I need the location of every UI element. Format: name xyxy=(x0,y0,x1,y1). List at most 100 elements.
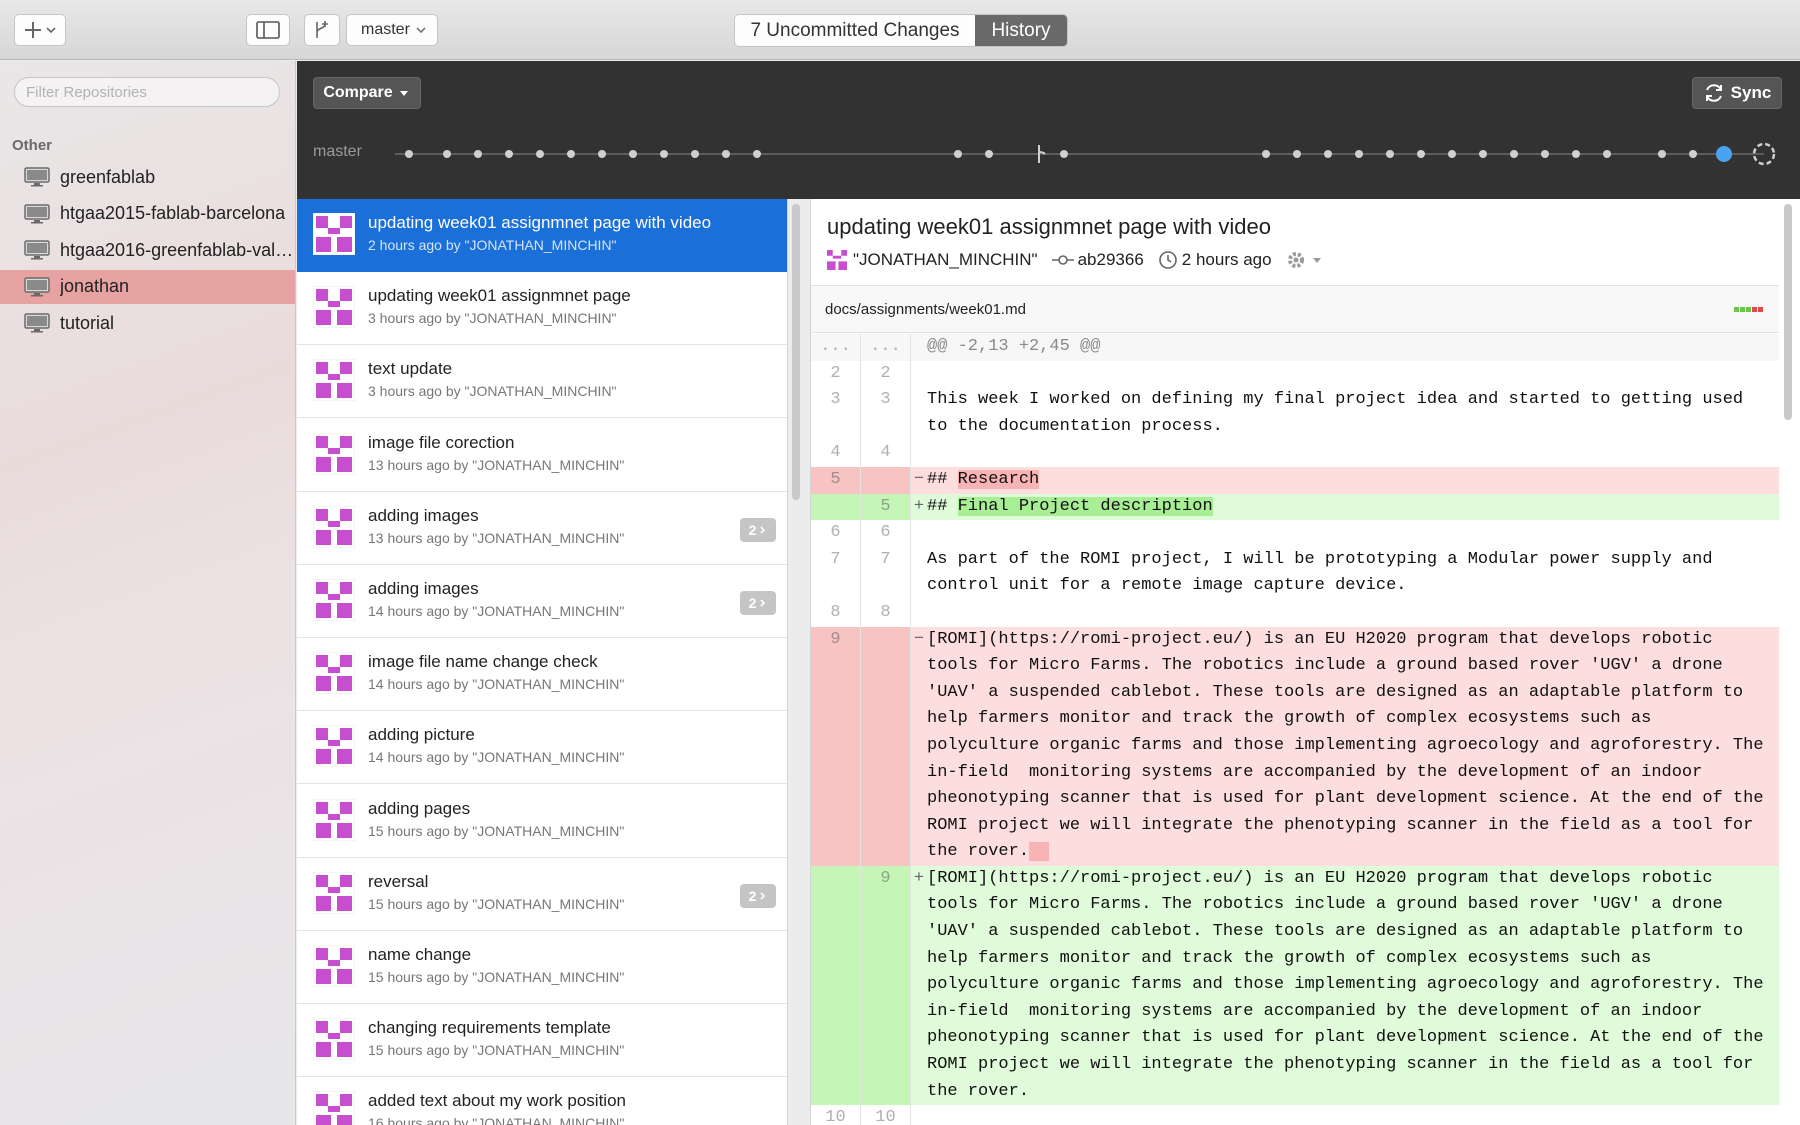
timeline-commit-dot[interactable] xyxy=(954,150,962,158)
commit-row[interactable]: image file name change check 14 hours ago… xyxy=(297,638,787,712)
commit-sha[interactable]: ab29366 xyxy=(1078,250,1144,270)
timeline-commit-dot[interactable] xyxy=(1448,150,1456,158)
commit-row[interactable]: text update 3 hours ago by "JONATHAN_MINC… xyxy=(297,345,787,419)
diff-line: 5 + ## Final Project description xyxy=(811,493,1779,521)
repository-item[interactable]: jonathan xyxy=(0,269,295,304)
timeline-commit-dot[interactable] xyxy=(753,150,761,158)
sync-button[interactable]: Sync xyxy=(1692,77,1782,109)
timeline-commit-dot[interactable] xyxy=(1355,150,1363,158)
timeline-commit-dot[interactable] xyxy=(1603,150,1611,158)
tab-history[interactable]: History xyxy=(975,15,1067,46)
branch-timeline[interactable] xyxy=(389,139,1784,169)
timeline-commit-dot[interactable] xyxy=(1541,150,1549,158)
commit-row[interactable]: added text about my work position 16 hour… xyxy=(297,1077,787,1125)
timeline-commit-dot[interactable] xyxy=(660,150,668,158)
old-line-number: 6 xyxy=(811,520,861,547)
old-line-number: 4 xyxy=(811,440,861,467)
diff-line-content: ## Final Project description xyxy=(927,494,1779,521)
timeline-commit-dot[interactable] xyxy=(1060,150,1068,158)
new-line-number: 8 xyxy=(861,599,911,627)
author-avatar xyxy=(313,213,355,255)
diff-sign xyxy=(911,387,927,440)
timeline-commit-dot[interactable] xyxy=(1417,150,1425,158)
timeline-commit-dot[interactable] xyxy=(567,150,575,158)
toolbar: master 7 Uncommitted Changes History xyxy=(0,0,1800,60)
commit-list-scrollbar[interactable] xyxy=(792,204,800,500)
new-line-number xyxy=(861,626,911,866)
diff-line: 22 xyxy=(811,360,1779,388)
timeline-commit-dot[interactable] xyxy=(1572,150,1580,158)
timeline-commit-dot[interactable] xyxy=(1324,150,1332,158)
commit-row-title: image file corection xyxy=(368,432,515,452)
commit-row[interactable]: adding pages 15 hours ago by "JONATHAN_MI… xyxy=(297,785,787,858)
detail-scrollbar[interactable] xyxy=(1784,204,1792,420)
commit-row-meta: 13 hours ago by "JONATHAN_MINCHIN" xyxy=(368,456,625,473)
branch-count-badge[interactable]: 2 xyxy=(740,883,776,908)
commit-row[interactable]: updating week01 assignmnet page 3 hours a… xyxy=(297,272,787,346)
new-line-number: 3 xyxy=(861,387,911,441)
repository-item[interactable]: htgaa2016-greenfablab-valldaura xyxy=(0,233,295,267)
timeline-commit-dot[interactable] xyxy=(536,150,544,158)
commit-row[interactable]: updating week01 assignmnet page with vid… xyxy=(297,199,787,272)
commit-row[interactable]: adding picture 14 hours ago by "JONATHAN_… xyxy=(297,711,787,785)
old-line-number: 3 xyxy=(811,387,861,441)
timeline-commit-dot[interactable] xyxy=(1386,150,1394,158)
branch-selector[interactable]: master xyxy=(346,14,438,46)
old-line-number: 10 xyxy=(811,1105,861,1125)
file-path[interactable]: docs/assignments/week01.md xyxy=(825,301,1026,318)
repository-item[interactable]: greenfablab xyxy=(0,160,295,194)
commit-row-meta: 16 hours ago by "JONATHAN_MINCHIN" xyxy=(368,1115,625,1125)
gear-icon[interactable] xyxy=(1286,250,1324,270)
diff-line-text: @@ -2,13 +2,45 @@ xyxy=(927,337,1101,356)
diff-view: ...... @@ -2,13 +2,45 @@ 2 2 3 3 This week I w… xyxy=(811,334,1779,1125)
author-avatar xyxy=(313,652,355,695)
commit-row-title: image file name change check xyxy=(368,652,598,672)
timeline-commit-dot[interactable] xyxy=(598,150,606,158)
repository-item[interactable]: htgaa2015-fablab-barcelona xyxy=(0,197,295,231)
commit-row-title: name change xyxy=(368,945,472,964)
filter-repositories-input[interactable] xyxy=(14,77,280,107)
commit-row[interactable]: changing requirements template 15 hours a… xyxy=(297,1004,787,1078)
repository-label: htgaa2015-fablab-barcelona xyxy=(60,203,286,224)
commit-row[interactable]: image file corection 13 hours ago by "JON… xyxy=(297,419,787,492)
diff-sign: − xyxy=(913,629,925,649)
commit-row[interactable]: reversal 15 hours ago by "JONATHAN_MINCHI… xyxy=(297,858,787,931)
commit-row[interactable]: adding images 13 hours ago by "JONATHAN_M… xyxy=(297,492,787,565)
timeline-commit-dot[interactable] xyxy=(985,150,993,158)
author-avatar xyxy=(313,1091,355,1125)
commit-row[interactable]: name change 15 hours ago by "JONATHAN_MIN… xyxy=(297,931,787,1004)
timeline-commit-dot[interactable] xyxy=(443,150,451,158)
toggle-sidebar-button[interactable] xyxy=(246,14,290,46)
timeline-commit-dot[interactable] xyxy=(691,150,699,158)
compare-button[interactable]: Compare xyxy=(313,77,421,109)
timeline-commit-dot[interactable] xyxy=(629,150,637,158)
timeline-commit-dot[interactable] xyxy=(1658,150,1666,158)
timeline-commit-dot[interactable] xyxy=(474,150,482,158)
diffstat-bar xyxy=(1734,307,1763,312)
commit-time: 2 hours ago xyxy=(1181,250,1272,269)
new-line-number: 2 xyxy=(861,360,911,388)
add-repository-button[interactable] xyxy=(14,14,66,46)
commit-meta: "JONATHAN_MINCHIN" ab29366 2 hours ago xyxy=(827,249,1324,271)
timeline-commit-dot[interactable] xyxy=(1262,150,1270,158)
timeline-commit-dot[interactable] xyxy=(1479,150,1487,158)
tab-uncommitted-changes[interactable]: 7 Uncommitted Changes xyxy=(735,15,975,46)
branch-count-badge[interactable]: 2 xyxy=(740,591,776,615)
timeline-commit-dot[interactable] xyxy=(1293,150,1301,158)
branch-count-badge[interactable]: 2 xyxy=(740,517,776,542)
monitor-icon xyxy=(24,240,50,260)
timeline-selected-commit[interactable] xyxy=(1716,146,1732,162)
repository-item[interactable]: tutorial xyxy=(0,306,295,340)
timeline-commit-dot[interactable] xyxy=(1510,150,1518,158)
commit-row[interactable]: adding images 14 hours ago by "JONATHAN_M… xyxy=(297,565,787,638)
timeline-commit-dot[interactable] xyxy=(405,150,413,158)
create-branch-button[interactable] xyxy=(304,14,340,46)
chevron-right-icon xyxy=(760,526,766,534)
commit-author: "JONATHAN_MINCHIN" xyxy=(853,250,1038,269)
repository-label: greenfablab xyxy=(60,166,156,187)
timeline-commit-dot[interactable] xyxy=(505,150,513,158)
commit-row-title: reversal xyxy=(368,871,429,891)
timeline-commit-dot[interactable] xyxy=(1689,150,1697,158)
timeline-commit-dot[interactable] xyxy=(722,150,730,158)
diff-line-content xyxy=(927,600,1779,627)
